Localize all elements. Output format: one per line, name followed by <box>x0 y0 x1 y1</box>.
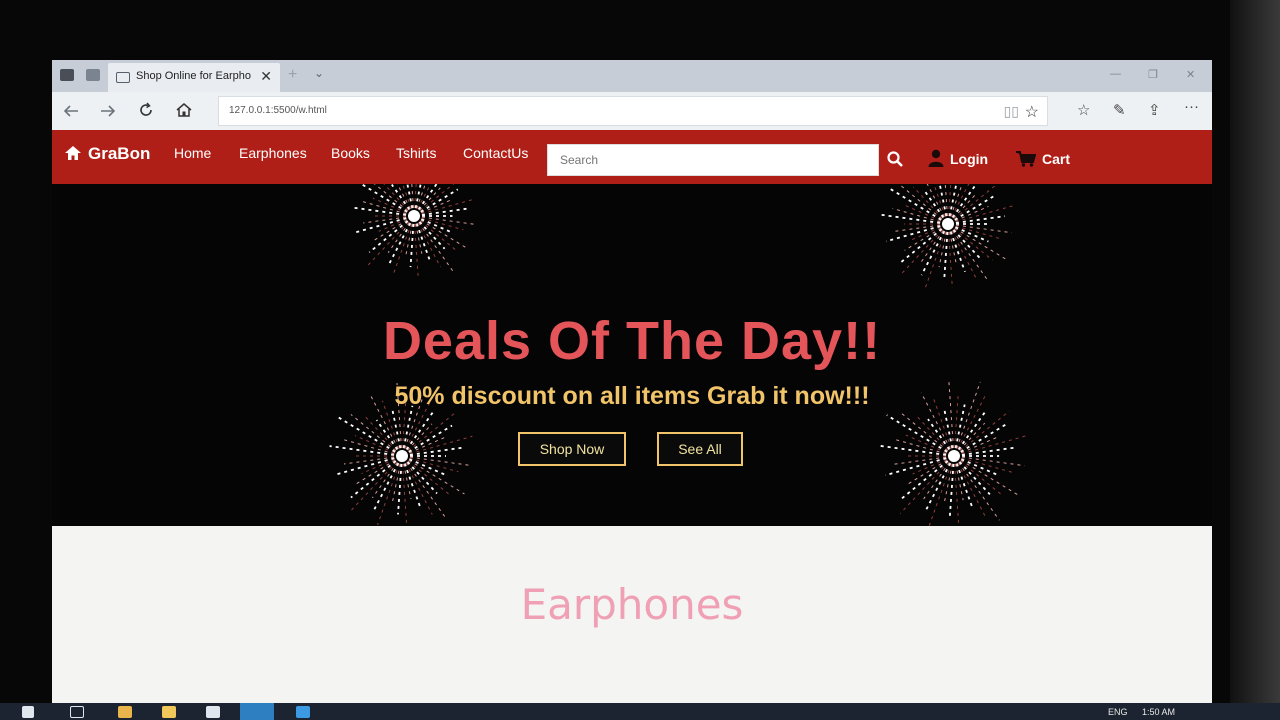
store-icon[interactable] <box>118 706 132 718</box>
url-text: 127.0.0.1:5500/w.html <box>229 105 327 116</box>
site-navbar: GraBon Home Earphones Books Tshirts Cont… <box>52 130 1212 184</box>
hero-banner: Deals Of The Day!! 50% discount on all i… <box>52 184 1212 526</box>
browser-toolbar: 127.0.0.1:5500/w.html ▯▯ ☆ ☆ ✎ ⇪ ··· <box>52 92 1212 130</box>
clock[interactable]: 1:50 AM <box>1142 707 1175 717</box>
section-title: Earphones <box>520 580 744 629</box>
favorites-icon[interactable]: ☆ <box>1077 101 1090 119</box>
home-icon[interactable] <box>175 101 193 119</box>
nav-contactus[interactable]: ContactUs <box>463 145 528 161</box>
reading-view-icon[interactable]: ▯▯ <box>1004 103 1019 120</box>
language-indicator[interactable]: ENG <box>1108 707 1128 717</box>
cart-label: Cart <box>1042 151 1071 167</box>
new-tab-button[interactable]: + <box>288 66 297 84</box>
minimize-button[interactable]: — <box>1110 68 1121 80</box>
tab-close-icon[interactable]: ✕ <box>260 68 272 85</box>
nav-books[interactable]: Books <box>331 145 370 161</box>
login-label: Login <box>950 151 989 167</box>
search-field <box>547 144 879 176</box>
screen: Shop Online for Earpho ✕ + ⌄ — ❐ ✕ 127.0… <box>0 0 1280 720</box>
share-icon[interactable]: ⇪ <box>1148 101 1161 119</box>
task-view-icon[interactable] <box>70 706 84 718</box>
tab-bar: Shop Online for Earpho ✕ + ⌄ — ❐ ✕ <box>52 60 1212 92</box>
brand-name: GraBon <box>88 144 151 163</box>
hero-title: Deals Of The Day!! <box>382 311 882 371</box>
tab-title: Shop Online for Earpho <box>136 70 251 82</box>
search-input[interactable] <box>548 145 878 175</box>
earphones-section: Earphones <box>52 526 1212 720</box>
see-all-button[interactable]: See All <box>657 432 743 466</box>
address-bar[interactable]: 127.0.0.1:5500/w.html ▯▯ ☆ <box>218 96 1048 126</box>
browser-window: Shop Online for Earpho ✕ + ⌄ — ❐ ✕ 127.0… <box>52 60 1212 720</box>
vscode-icon[interactable] <box>296 706 310 718</box>
house-icon <box>65 146 81 160</box>
tab-preview-icon[interactable] <box>60 69 74 81</box>
cart-link[interactable]: Cart <box>1016 148 1070 167</box>
more-icon[interactable]: ··· <box>1184 98 1199 115</box>
file-explorer-icon[interactable] <box>162 706 176 718</box>
edge-browser-icon[interactable] <box>240 703 274 720</box>
hero-subtitle: 50% discount on all items Grab it now!!! <box>394 382 870 410</box>
monitor-bezel <box>1230 0 1280 720</box>
shop-now-button[interactable]: Shop Now <box>518 432 626 466</box>
search-icon[interactable] <box>886 150 904 168</box>
tab-list-chevron-icon[interactable]: ⌄ <box>314 66 324 80</box>
favorite-star-icon[interactable]: ☆ <box>1025 102 1039 122</box>
maximize-button[interactable]: ❐ <box>1148 68 1158 81</box>
cart-icon <box>1016 151 1036 167</box>
close-window-button[interactable]: ✕ <box>1186 68 1195 81</box>
windows-start-icon[interactable] <box>22 706 34 718</box>
pen-icon[interactable]: ✎ <box>1113 101 1126 119</box>
nav-earphones[interactable]: Earphones <box>239 145 307 161</box>
nav-tshirts[interactable]: Tshirts <box>396 145 436 161</box>
login-link[interactable]: Login <box>928 146 988 167</box>
nav-home[interactable]: Home <box>174 145 211 161</box>
set-aside-tabs-icon[interactable] <box>86 69 100 81</box>
refresh-icon[interactable] <box>137 101 155 119</box>
windows-taskbar: ENG 1:50 AM <box>0 703 1280 720</box>
brand-link[interactable]: GraBon <box>64 143 150 164</box>
back-arrow-icon[interactable] <box>62 102 80 120</box>
user-icon <box>928 149 944 167</box>
tab-shop-online[interactable]: Shop Online for Earpho ✕ <box>108 63 280 92</box>
forward-arrow-icon[interactable] <box>99 102 117 120</box>
page-icon <box>116 72 130 83</box>
mail-icon[interactable] <box>206 706 220 718</box>
